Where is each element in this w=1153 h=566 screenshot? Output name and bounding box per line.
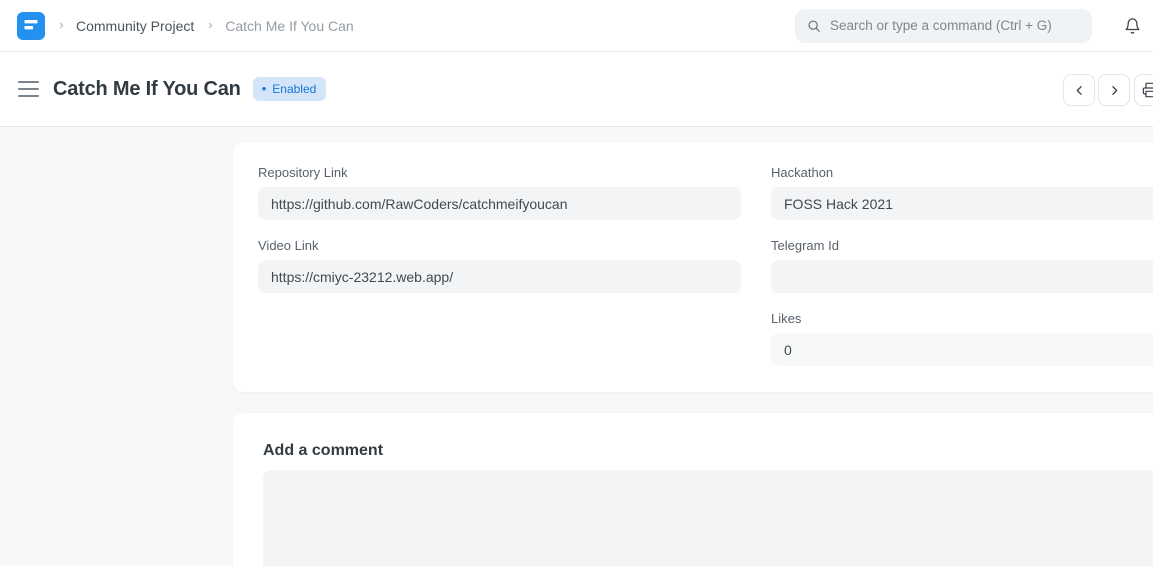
chevron-left-icon bbox=[1073, 84, 1086, 97]
breadcrumb-separator-icon bbox=[206, 21, 215, 30]
field-likes: Likes bbox=[771, 311, 1153, 366]
video-link-label: Video Link bbox=[258, 238, 741, 253]
global-search[interactable] bbox=[795, 9, 1092, 43]
content-area: Repository Link Video Link Hackathon Tel… bbox=[0, 127, 1153, 566]
repository-link-label: Repository Link bbox=[258, 165, 741, 180]
print-button[interactable] bbox=[1134, 74, 1153, 106]
hamburger-icon bbox=[18, 95, 39, 97]
printer-icon bbox=[1142, 82, 1153, 98]
search-icon bbox=[807, 19, 821, 33]
search-input[interactable] bbox=[830, 18, 1070, 33]
telegram-id-label: Telegram Id bbox=[771, 238, 1153, 253]
repository-link-input[interactable] bbox=[258, 187, 741, 220]
navbar: Community Project Catch Me If You Can bbox=[0, 0, 1153, 52]
frappe-logo-icon bbox=[17, 12, 45, 40]
status-badge-label: Enabled bbox=[272, 82, 316, 96]
form-column-right: Hackathon Telegram Id Likes bbox=[771, 165, 1153, 392]
hamburger-icon bbox=[18, 81, 39, 83]
likes-label: Likes bbox=[771, 311, 1153, 326]
field-repository-link: Repository Link bbox=[258, 165, 741, 220]
bell-icon bbox=[1124, 17, 1141, 35]
breadcrumb-item-community-project[interactable]: Community Project bbox=[76, 18, 194, 34]
status-badge: • Enabled bbox=[253, 77, 327, 101]
video-link-input[interactable] bbox=[258, 260, 741, 293]
indicator-dot: • bbox=[262, 84, 267, 94]
telegram-id-input[interactable] bbox=[771, 260, 1153, 293]
page-title: Catch Me If You Can bbox=[53, 78, 241, 101]
next-document-button[interactable] bbox=[1098, 74, 1130, 106]
comment-section-heading: Add a comment bbox=[263, 442, 1153, 459]
frappe-logo[interactable] bbox=[17, 12, 45, 40]
notifications-button[interactable] bbox=[1120, 14, 1144, 38]
hackathon-input[interactable] bbox=[771, 187, 1153, 220]
field-hackathon: Hackathon bbox=[771, 165, 1153, 220]
field-telegram-id: Telegram Id bbox=[771, 238, 1153, 293]
form-card: Repository Link Video Link Hackathon Tel… bbox=[233, 142, 1153, 392]
chevron-right-icon bbox=[1108, 84, 1121, 97]
page-header: Catch Me If You Can • Enabled bbox=[0, 52, 1153, 127]
hackathon-label: Hackathon bbox=[771, 165, 1153, 180]
breadcrumb-item-current[interactable]: Catch Me If You Can bbox=[225, 18, 353, 34]
field-video-link: Video Link bbox=[258, 238, 741, 293]
sidebar-toggle-button[interactable] bbox=[18, 80, 40, 98]
comment-card: Add a comment bbox=[233, 413, 1153, 566]
likes-input[interactable] bbox=[771, 333, 1153, 366]
breadcrumb-separator-icon bbox=[57, 21, 66, 30]
form-column-left: Repository Link Video Link bbox=[258, 165, 741, 392]
hamburger-icon bbox=[18, 88, 39, 90]
previous-document-button[interactable] bbox=[1063, 74, 1095, 106]
comment-textarea[interactable] bbox=[263, 470, 1153, 566]
